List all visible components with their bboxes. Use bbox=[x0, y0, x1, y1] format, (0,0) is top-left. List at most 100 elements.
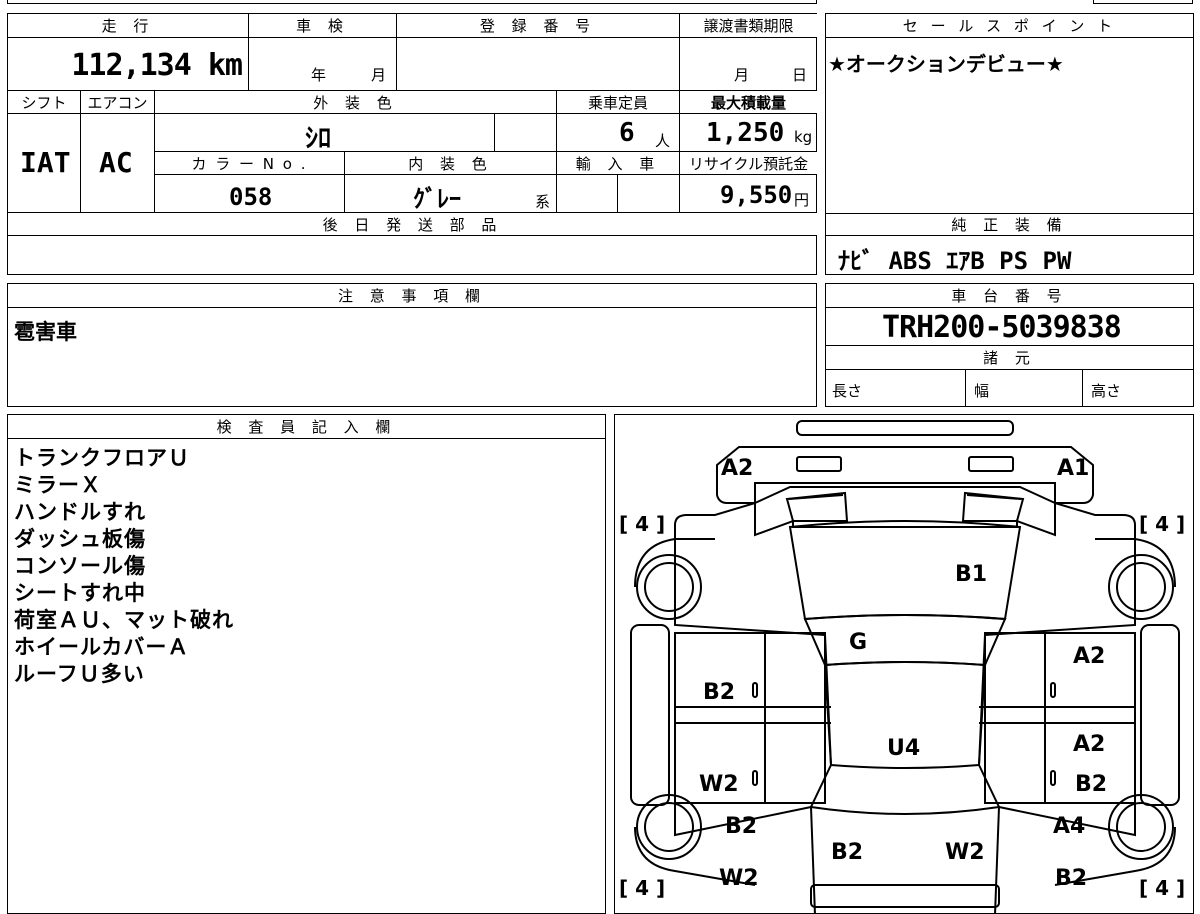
spec-length-cell: 長さ bbox=[826, 370, 966, 406]
mileage-value: 112,134 km bbox=[71, 48, 243, 83]
inspector-line: ルーフＵ多い bbox=[14, 662, 145, 686]
color-no-cell: 058 bbox=[155, 175, 345, 213]
max-load-unit: kg bbox=[794, 128, 813, 146]
mark-b2-left2: B2 bbox=[725, 814, 757, 839]
interior-color-suffix: 系 bbox=[535, 193, 551, 211]
notes-header: 注 意 事 項 欄 bbox=[8, 284, 816, 308]
mark-a2-right2: A2 bbox=[1073, 732, 1105, 757]
top-stub-right bbox=[1093, 0, 1193, 4]
mark-b1: B1 bbox=[955, 562, 987, 587]
recycle-cell: 9,550 円 bbox=[680, 175, 817, 213]
later-parts-cell bbox=[8, 236, 817, 274]
max-load-header: 最大積載量 bbox=[680, 91, 817, 114]
color-no-header: カ ラ ー N o . bbox=[155, 152, 345, 175]
capacity-cell: 6 人 bbox=[557, 114, 680, 152]
mark-u4: U4 bbox=[887, 736, 920, 761]
exterior-color-header: 外 装 色 bbox=[155, 91, 557, 114]
inspection-header: 車 検 bbox=[249, 14, 397, 38]
equipment-text: ﾅﾋﾞ ABS ｴｱB PS PW bbox=[838, 247, 1072, 275]
car-diagram-box: A2 A1 [ 4 ] [ 4 ] B1 G A2 B2 U4 A2 W2 B2… bbox=[614, 414, 1194, 914]
shift-value: IAT bbox=[20, 146, 71, 179]
capacity-header: 乗車定員 bbox=[557, 91, 680, 114]
mark-a2-right: A2 bbox=[1073, 644, 1105, 669]
inspection-month: 月 bbox=[371, 66, 387, 84]
mark-b2-right2: B2 bbox=[1055, 866, 1087, 891]
inspector-line: トランクフロアＵ bbox=[14, 446, 190, 470]
imported-cell-a bbox=[557, 175, 618, 213]
notes-box: 注 意 事 項 欄 雹害車 bbox=[7, 283, 817, 407]
shift-cell: IAT bbox=[8, 114, 81, 213]
chassis-number: TRH200-5039838 bbox=[882, 310, 1122, 345]
mark-a2-top: A2 bbox=[721, 456, 753, 481]
deadline-cell: 月 日 bbox=[680, 38, 817, 91]
vehicle-info-table: 走 行 車 検 登 録 番 号 譲渡書類期限 112,134 km 年 月 月 … bbox=[7, 13, 817, 275]
mark-b2-rear-l: B2 bbox=[831, 840, 863, 865]
exterior-color-value: ｼﾛ bbox=[305, 124, 332, 154]
mileage-cell: 112,134 km bbox=[8, 38, 249, 91]
spec-height-cell: 高さ bbox=[1083, 370, 1193, 406]
inspector-line: ハンドルすれ bbox=[14, 500, 146, 524]
sales-point-header: セ ー ル ス ポ イ ン ト bbox=[826, 14, 1193, 38]
deadline-month: 月 bbox=[734, 66, 750, 84]
recycle-unit: 円 bbox=[794, 191, 810, 209]
equipment-header: 純 正 装 備 bbox=[826, 213, 1193, 236]
inspector-header: 検 査 員 記 入 欄 bbox=[8, 415, 605, 439]
recycle-value: 9,550 bbox=[720, 181, 793, 209]
interior-color-value: ｸﾞﾚｰ bbox=[413, 185, 461, 213]
car-diagram: A2 A1 [ 4 ] [ 4 ] B1 G A2 B2 U4 A2 W2 B2… bbox=[619, 420, 1185, 913]
inspector-box: 検 査 員 記 入 欄 トランクフロアＵ ミラーＸ ハンドルすれ ダッシュ板傷 … bbox=[7, 414, 606, 914]
transfer-deadline-header: 譲渡書類期限 bbox=[680, 14, 817, 38]
capacity-unit: 人 bbox=[655, 132, 671, 150]
top-stub bbox=[7, 0, 817, 4]
inspector-line: シートすれ中 bbox=[14, 581, 146, 605]
color-no-value: 058 bbox=[229, 183, 273, 211]
inspector-line: ホイールカバーＡ bbox=[14, 635, 190, 659]
mark-w2-left2: W2 bbox=[719, 866, 759, 891]
spec-length-label: 長さ bbox=[832, 382, 863, 400]
spec-width-cell: 幅 bbox=[966, 370, 1083, 406]
chassis-box: 車 台 番 号 TRH200-5039838 諸 元 長さ 幅 高さ bbox=[825, 283, 1194, 407]
mark-g: G bbox=[849, 630, 867, 655]
interior-color-header: 内 装 色 bbox=[345, 152, 557, 175]
inspector-line: ミラーＸ bbox=[14, 473, 102, 497]
exterior-color-extra bbox=[495, 114, 557, 152]
later-parts-header: 後 日 発 送 部 品 bbox=[8, 213, 817, 236]
bracket-bl: [ 4 ] bbox=[619, 876, 665, 900]
spec-height-label: 高さ bbox=[1091, 382, 1122, 400]
registration-header: 登 録 番 号 bbox=[397, 14, 680, 38]
interior-color-cell: ｸﾞﾚｰ 系 bbox=[345, 175, 557, 213]
mileage-header: 走 行 bbox=[8, 14, 249, 38]
chassis-number-cell: TRH200-5039838 bbox=[826, 308, 1193, 346]
imported-cell-b bbox=[618, 175, 680, 213]
registration-cell bbox=[397, 38, 680, 91]
specs-header: 諸 元 bbox=[826, 346, 1193, 370]
capacity-value: 6 bbox=[619, 118, 635, 148]
max-load-value: 1,250 bbox=[706, 118, 785, 148]
max-load-cell: 1,250 kg bbox=[680, 114, 817, 152]
aircon-value: AC bbox=[99, 146, 133, 179]
inspector-line: コンソール傷 bbox=[14, 554, 146, 578]
bracket-tr: [ 4 ] bbox=[1139, 512, 1185, 536]
sales-point-box: セ ー ル ス ポ イ ン ト ★オークションデビュー★ 純 正 装 備 ﾅﾋﾞ… bbox=[825, 13, 1194, 275]
shift-header: シフト bbox=[8, 91, 81, 114]
chassis-header: 車 台 番 号 bbox=[826, 284, 1193, 308]
imported-header: 輸 入 車 bbox=[557, 152, 680, 175]
mark-a1-top: A1 bbox=[1057, 456, 1089, 481]
inspector-line: 荷室ＡＵ、マット破れ bbox=[14, 608, 234, 632]
mark-b2-right: B2 bbox=[1075, 772, 1107, 797]
recycle-header: リサイクル預託金 bbox=[680, 152, 817, 175]
mark-w2-left: W2 bbox=[699, 772, 739, 797]
notes-text: 雹害車 bbox=[14, 320, 77, 344]
sales-point-text: ★オークションデビュー★ bbox=[828, 52, 1064, 76]
inspection-year: 年 bbox=[311, 66, 327, 84]
spec-width-label: 幅 bbox=[974, 382, 990, 400]
mark-b2-left: B2 bbox=[703, 680, 735, 705]
inspector-line: ダッシュ板傷 bbox=[14, 527, 146, 551]
bracket-br: [ 4 ] bbox=[1139, 876, 1185, 900]
inspection-cell: 年 月 bbox=[249, 38, 397, 91]
mark-w2-rear-r: W2 bbox=[945, 840, 985, 865]
deadline-day: 日 bbox=[792, 66, 808, 84]
bracket-tl: [ 4 ] bbox=[619, 512, 665, 536]
aircon-header: エアコン bbox=[81, 91, 155, 114]
aircon-cell: AC bbox=[81, 114, 155, 213]
